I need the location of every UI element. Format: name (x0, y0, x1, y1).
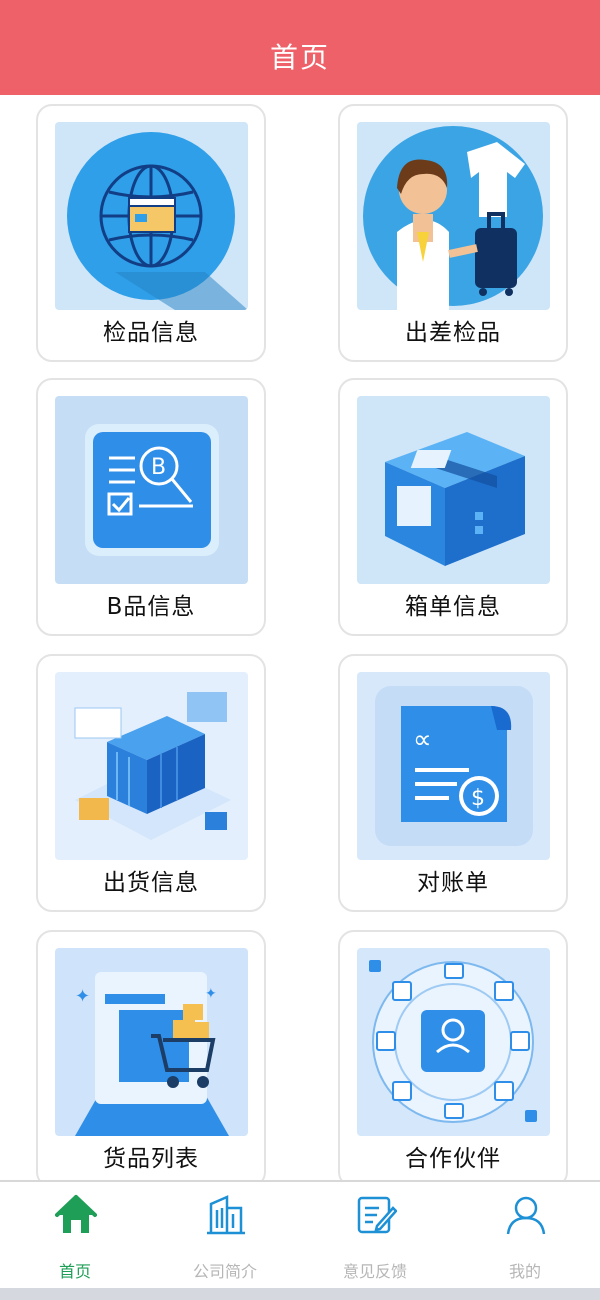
svg-text:✦: ✦ (75, 986, 90, 1007)
page-title: 首页 (269, 41, 330, 74)
card-label: 对账单 (417, 870, 489, 896)
card-label: 箱单信息 (405, 594, 501, 620)
nav-item-home[interactable]: 首页 (0, 1182, 150, 1290)
card-b-product-info[interactable]: B B品信息 (36, 378, 266, 636)
card-packing-list-info[interactable]: 箱单信息 (338, 378, 568, 636)
nav-item-company-intro[interactable]: 公司简介 (150, 1182, 300, 1290)
invoice-dollar-icon: ∝ $ (357, 672, 550, 860)
user-icon (506, 1196, 546, 1235)
doctor-luggage-icon (357, 122, 550, 310)
nav-label: 意见反馈 (342, 1262, 407, 1281)
globe-box-icon (55, 122, 248, 310)
nav-item-mine[interactable]: 我的 (450, 1182, 600, 1290)
card-shipment-info[interactable]: 出货信息 (36, 654, 266, 912)
nav-label: 我的 (508, 1262, 541, 1281)
b-document-icon: B (55, 396, 248, 584)
card-product-list[interactable]: ✦ ✦ 货品列表 (36, 930, 266, 1188)
nav-label: 首页 (58, 1262, 91, 1281)
header-bar: 首页 (0, 0, 600, 95)
feedback-edit-icon (357, 1196, 397, 1234)
home-icon (55, 1195, 97, 1233)
nav-item-feedback[interactable]: 意见反馈 (300, 1182, 450, 1290)
card-label: 出货信息 (103, 870, 199, 896)
bottom-nav: 首页 公司简介 意见反馈 我的 (0, 1180, 600, 1288)
card-inspection-info[interactable]: 检品信息 (36, 104, 266, 362)
nav-label: 公司简介 (192, 1262, 257, 1281)
card-business-trip-inspection[interactable]: 出差检品 (338, 104, 568, 362)
shopping-cart-icon: ✦ ✦ (55, 948, 248, 1136)
partner-network-icon (357, 948, 550, 1136)
card-label: B品信息 (106, 594, 196, 620)
home-indicator-bar (0, 1288, 600, 1300)
svg-text:∝: ∝ (413, 725, 432, 755)
card-label: 货品列表 (103, 1146, 199, 1172)
card-label: 合作伙伴 (405, 1146, 501, 1172)
building-icon (207, 1195, 245, 1235)
package-box-icon (357, 396, 550, 584)
svg-text:$: $ (471, 786, 485, 811)
card-label: 检品信息 (103, 320, 199, 346)
svg-text:B: B (151, 455, 166, 480)
card-label: 出差检品 (405, 320, 501, 346)
shipping-container-icon (55, 672, 248, 860)
card-statement[interactable]: ∝ $ 对账单 (338, 654, 568, 912)
card-partners[interactable]: 合作伙伴 (338, 930, 568, 1188)
svg-text:✦: ✦ (205, 986, 217, 1002)
